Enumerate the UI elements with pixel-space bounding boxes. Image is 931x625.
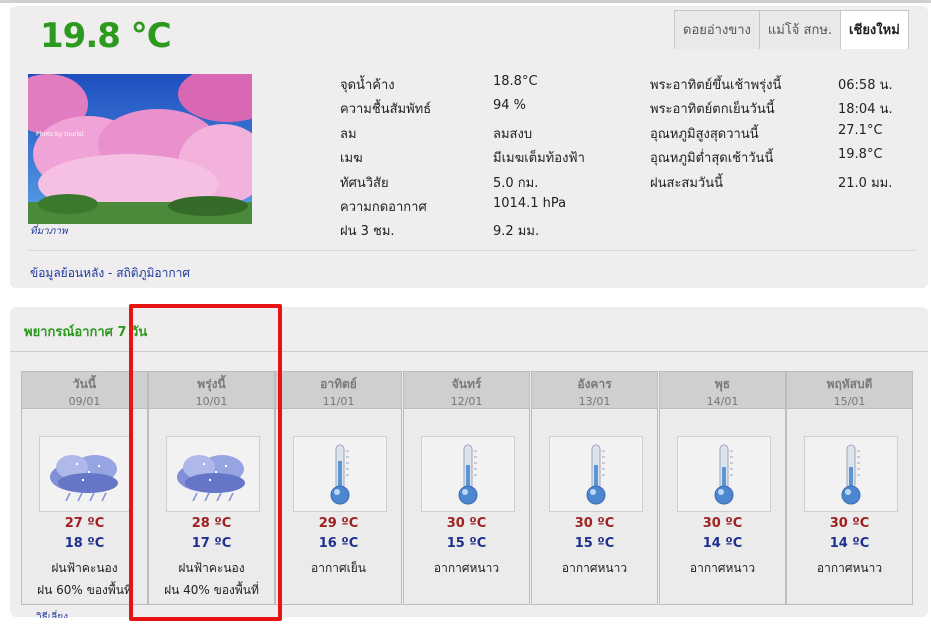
low-temperature: 15 ºC	[446, 536, 487, 551]
obs-label: พระอาทิตย์ขึ้นเช้าพรุ่งนี้	[650, 78, 782, 93]
obs-value: ลมสงบ	[493, 127, 533, 142]
obs-value: 9.2 มม.	[493, 224, 540, 239]
tab-station-chiang-mai[interactable]: เชียงใหม่	[840, 10, 909, 49]
high-temperature: 29 ºC	[318, 516, 359, 531]
forecast-day-sunday[interactable]: อาทิตย์ 11/01 29 ºC 16 ºC อากาศเย็น	[275, 371, 402, 605]
day-name: อังคาร	[577, 377, 612, 391]
low-temperature: 14 ºC	[702, 536, 743, 551]
tab-station-mae-jo[interactable]: แม่โจ้ สกษ.	[758, 10, 842, 49]
day-name: พุธ	[714, 377, 731, 391]
highlight-annotation-box	[129, 304, 282, 621]
obs-label: เมฆ	[340, 151, 363, 166]
forecast-day-thursday[interactable]: พฤหัสบดี 15/01 30 ºC 14 ºC อากาศหนาว	[786, 371, 913, 605]
low-temperature: 14 ºC	[829, 536, 870, 551]
photo-watermark: Photo by tourist	[36, 131, 84, 138]
day-date: 14/01	[706, 395, 739, 408]
obs-value: 27.1°C	[838, 123, 883, 138]
obs-value: 18:04 น.	[838, 102, 893, 117]
day-header: พฤหัสบดี 15/01	[787, 372, 912, 409]
tab-station-doi-ang-khang[interactable]: ดอยอ่างขาง	[674, 10, 760, 49]
thermometer-icon	[677, 436, 771, 512]
current-temperature: 19.8 °C	[40, 16, 172, 56]
station-tabs: ดอยอ่างขาง แม่โจ้ สกษ. เชียงใหม่	[674, 10, 909, 49]
day-header: อังคาร 13/01	[532, 372, 657, 409]
divider	[28, 250, 916, 251]
photo-caption[interactable]: ที่มาภาพ	[30, 224, 68, 239]
weather-condition: อากาศหนาว	[689, 561, 756, 575]
day-date: 13/01	[578, 395, 611, 408]
forecast-day-tuesday[interactable]: อังคาร 13/01 30 ºC 15 ºC อากาศหนาว	[531, 371, 658, 605]
high-temperature: 30 ºC	[829, 516, 870, 531]
obs-value: 94 %	[493, 98, 527, 113]
obs-value: 19.8°C	[838, 147, 883, 162]
forecast-bottom-link[interactable]: วิธีเลี่ยง	[36, 610, 68, 618]
weather-condition: อากาศหนาว	[816, 561, 883, 575]
low-temperature: 16 ºC	[318, 536, 359, 551]
obs-label: ทัศนวิสัย	[340, 176, 389, 191]
forecast-day-wednesday[interactable]: พุธ 14/01 30 ºC 14 ºC อากาศหนาว	[659, 371, 786, 605]
day-name: จันทร์	[451, 377, 482, 391]
day-name: พฤหัสบดี	[826, 377, 873, 391]
obs-label: อุณหภูมิสูงสุดวานนี้	[650, 127, 759, 142]
obs-value: 06:58 น.	[838, 78, 893, 93]
cherry-blossom-photo: Photo by tourist	[28, 74, 252, 224]
obs-label: ลม	[340, 127, 357, 142]
weather-condition: อากาศเย็น	[311, 561, 366, 575]
obs-value: มีเมฆเต็มท้องฟ้า	[493, 151, 585, 166]
thermometer-icon	[804, 436, 898, 512]
obs-value: 18.8°C	[493, 74, 538, 89]
obs-label: ความกดอากาศ	[340, 200, 427, 215]
weather-condition: อากาศหนาว	[433, 561, 500, 575]
high-temperature: 30 ºC	[574, 516, 615, 531]
day-name: อาทิตย์	[320, 377, 357, 391]
thermometer-icon	[549, 436, 643, 512]
obs-value: 5.0 กม.	[493, 176, 539, 191]
day-header: จันทร์ 12/01	[404, 372, 529, 409]
obs-label: ฝน 3 ชม.	[340, 224, 395, 239]
weather-condition: อากาศหนาว	[561, 561, 628, 575]
obs-label: ความชื้นสัมพัทธ์	[340, 102, 432, 117]
day-date: 12/01	[450, 395, 483, 408]
forecast-day-monday[interactable]: จันทร์ 12/01 30 ºC 15 ºC อากาศหนาว	[403, 371, 530, 605]
day-date: 15/01	[833, 395, 866, 408]
weather-photo[interactable]: Photo by tourist	[28, 74, 252, 224]
high-temperature: 30 ºC	[702, 516, 743, 531]
current-conditions-panel: 19.8 °C ดอยอ่างขาง แม่โจ้ สกษ. เชียงใหม่…	[10, 6, 928, 288]
obs-value: 21.0 มม.	[838, 176, 893, 191]
window-top-edge	[0, 0, 931, 3]
obs-label: จุดน้ำค้าง	[340, 78, 395, 93]
high-temperature: 30 ºC	[446, 516, 487, 531]
day-date: 11/01	[322, 395, 355, 408]
day-header: อาทิตย์ 11/01	[276, 372, 401, 409]
low-temperature: 15 ºC	[574, 536, 615, 551]
thermometer-icon	[293, 436, 387, 512]
thermometer-icon	[421, 436, 515, 512]
day-header: พุธ 14/01	[660, 372, 785, 409]
history-statistics-link[interactable]: ข้อมูลย้อนหลัง - สถิติภูมิอากาศ	[30, 264, 190, 283]
obs-value: 1014.1 hPa	[493, 196, 567, 211]
obs-label: พระอาทิตย์ตกเย็นวันนี้	[650, 102, 775, 117]
storm-cloud-icon	[39, 436, 133, 512]
obs-label: อุณหภูมิต่ำสุดเช้าวันนี้	[650, 151, 774, 166]
obs-label: ฝนสะสมวันนี้	[650, 176, 723, 191]
